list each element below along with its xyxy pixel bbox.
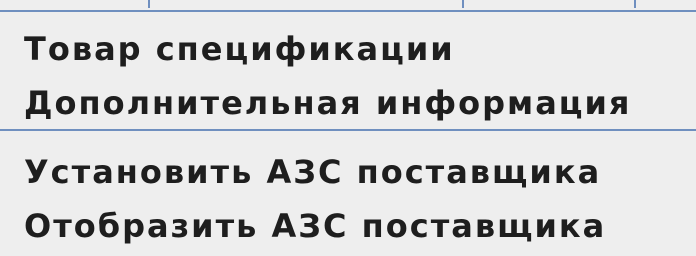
context-menu-screen: Товар спецификации Дополнительная информ… <box>0 0 696 256</box>
menu-item-label: Отобразить АЗС поставщика <box>24 207 607 245</box>
menu-item-label: Установить АЗС поставщика <box>24 153 602 191</box>
menu-item-show-supplier-station[interactable]: Отобразить АЗС поставщика <box>0 199 696 253</box>
table-header-divider <box>0 10 696 12</box>
menu-item-specification-product[interactable]: Товар спецификации <box>0 22 696 76</box>
column-separator <box>462 0 464 8</box>
column-separator <box>634 0 636 8</box>
menu-separator <box>0 129 696 131</box>
column-separator <box>148 0 150 8</box>
menu-item-label: Дополнительная информация <box>24 84 632 122</box>
menu-item-additional-info[interactable]: Дополнительная информация <box>0 76 696 130</box>
menu-item-label: Товар спецификации <box>24 30 455 68</box>
menu-item-set-supplier-station[interactable]: Установить АЗС поставщика <box>0 145 696 199</box>
